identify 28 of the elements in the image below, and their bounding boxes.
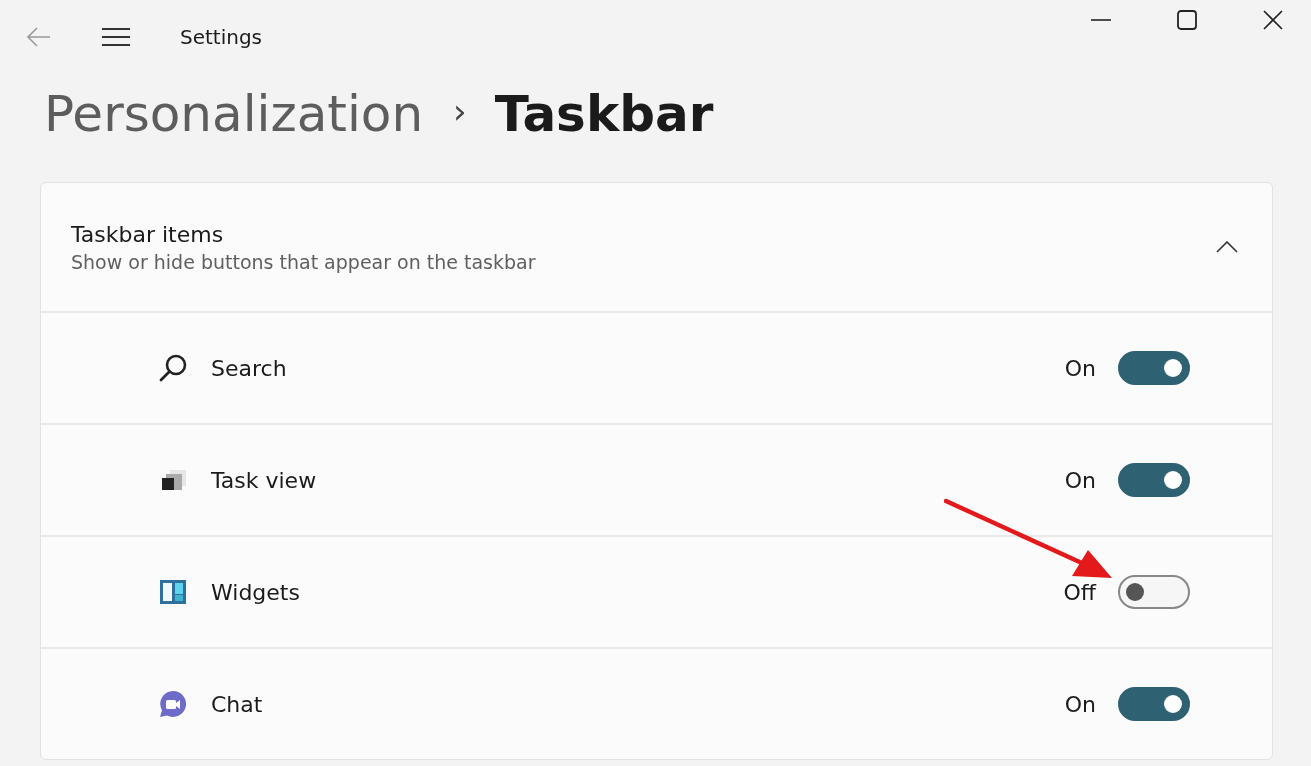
toggle-state-text: Off [1063, 579, 1096, 605]
menu-icon[interactable] [102, 27, 130, 47]
toggle-state-text: On [1064, 691, 1096, 717]
back-icon[interactable] [26, 27, 52, 47]
chat-icon [158, 689, 188, 719]
breadcrumb-separator: › [453, 91, 467, 131]
setting-label: Search [211, 355, 288, 381]
breadcrumb-link[interactable]: Personalization [44, 85, 424, 143]
toggle-switch[interactable] [1118, 687, 1190, 721]
maximize-icon[interactable] [1177, 10, 1197, 30]
search-icon [158, 353, 188, 383]
toggle-state-text: On [1064, 467, 1096, 493]
setting-label: Widgets [211, 579, 301, 605]
toggle-state-text: On [1064, 355, 1096, 381]
minimize-icon[interactable] [1091, 18, 1111, 22]
close-icon[interactable] [1263, 10, 1283, 30]
widgets-icon [158, 577, 188, 607]
toggle-switch[interactable] [1118, 351, 1190, 385]
setting-label: Task view [211, 467, 318, 493]
window-title: Settings [180, 25, 263, 49]
section-header[interactable]: Taskbar items Show or hide buttons that appear on the taskbar [41, 183, 1272, 313]
toggle-switch[interactable] [1118, 575, 1190, 609]
collapse-chevron-icon[interactable] [1216, 241, 1238, 253]
section-subtitle: Show or hide buttons that appear on the taskbar [71, 250, 537, 273]
setting-label: Chat [211, 691, 264, 717]
toggle-switch[interactable] [1118, 463, 1190, 497]
section-title: Taskbar items [71, 221, 225, 247]
page-title: Taskbar [494, 85, 714, 143]
